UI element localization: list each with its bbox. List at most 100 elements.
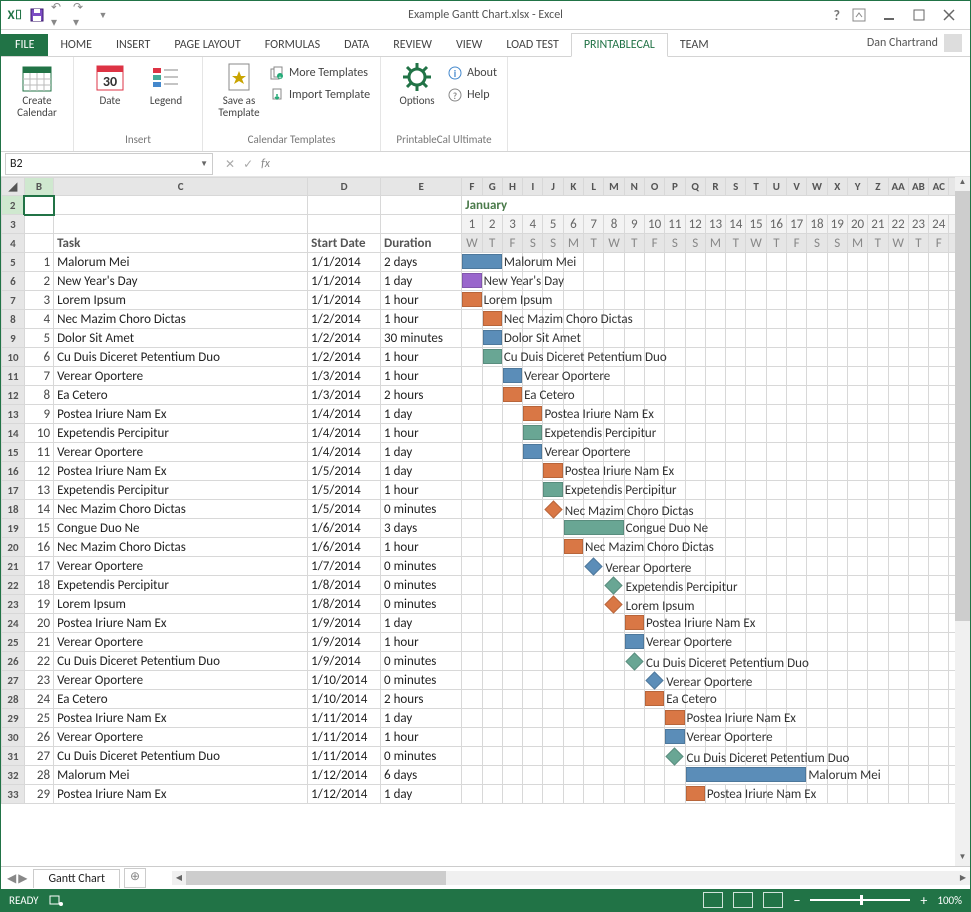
gantt-cell[interactable] bbox=[665, 557, 685, 576]
task-number[interactable]: 15 bbox=[24, 519, 53, 538]
gantt-cell[interactable] bbox=[624, 766, 644, 785]
gantt-cell[interactable] bbox=[523, 595, 543, 614]
col-header[interactable]: AB bbox=[908, 178, 928, 196]
gantt-cell[interactable] bbox=[685, 690, 705, 709]
gantt-cell[interactable] bbox=[929, 595, 949, 614]
more-templates-button[interactable]: +More Templates bbox=[269, 63, 370, 83]
gantt-cell[interactable] bbox=[482, 386, 502, 405]
gantt-milestone[interactable]: Verear Oportere bbox=[584, 557, 604, 576]
gantt-cell[interactable] bbox=[644, 291, 664, 310]
gantt-cell[interactable] bbox=[766, 500, 786, 519]
gantt-cell[interactable] bbox=[787, 462, 807, 481]
col-header[interactable]: N bbox=[624, 178, 644, 196]
task-name-cell[interactable]: Verear Oportere bbox=[54, 633, 308, 652]
gantt-cell[interactable] bbox=[888, 709, 908, 728]
gantt-cell[interactable] bbox=[482, 500, 502, 519]
gantt-cell[interactable] bbox=[563, 728, 583, 747]
gantt-cell[interactable] bbox=[462, 443, 482, 462]
gantt-cell[interactable] bbox=[726, 310, 746, 329]
gantt-cell[interactable] bbox=[787, 310, 807, 329]
gantt-cell[interactable] bbox=[726, 576, 746, 595]
task-name-cell[interactable]: Dolor Sit Amet bbox=[54, 329, 308, 348]
row-header[interactable]: 10 bbox=[2, 348, 25, 367]
gantt-cell[interactable] bbox=[726, 481, 746, 500]
gantt-cell[interactable] bbox=[746, 272, 766, 291]
gantt-cell[interactable] bbox=[543, 557, 563, 576]
fx-icon[interactable]: fx bbox=[261, 157, 270, 171]
gantt-cell[interactable] bbox=[523, 291, 543, 310]
gantt-cell[interactable] bbox=[868, 614, 888, 633]
gantt-cell[interactable] bbox=[644, 747, 664, 766]
gantt-cell[interactable] bbox=[908, 424, 928, 443]
gantt-cell[interactable] bbox=[482, 595, 502, 614]
gantt-cell[interactable] bbox=[563, 424, 583, 443]
gantt-cell[interactable] bbox=[908, 443, 928, 462]
task-name-cell[interactable]: Nec Mazim Choro Dictas bbox=[54, 310, 308, 329]
gantt-cell[interactable] bbox=[665, 272, 685, 291]
gantt-cell[interactable] bbox=[624, 576, 644, 595]
gantt-cell[interactable] bbox=[908, 348, 928, 367]
page-layout-view-icon[interactable] bbox=[733, 892, 753, 908]
gantt-cell[interactable] bbox=[705, 557, 725, 576]
gantt-cell[interactable] bbox=[543, 576, 563, 595]
gantt-cell[interactable] bbox=[807, 405, 827, 424]
task-number[interactable]: 14 bbox=[24, 500, 53, 519]
gantt-cell[interactable] bbox=[462, 747, 482, 766]
gantt-cell[interactable] bbox=[787, 747, 807, 766]
gantt-cell[interactable] bbox=[563, 709, 583, 728]
gantt-cell[interactable] bbox=[827, 690, 847, 709]
col-header[interactable]: C bbox=[54, 178, 308, 196]
task-name-cell[interactable]: Expetendis Percipitur bbox=[54, 424, 308, 443]
start-date-cell[interactable]: 1/1/2014 bbox=[308, 272, 381, 291]
normal-view-icon[interactable] bbox=[703, 892, 723, 908]
task-name-cell[interactable]: New Year's Day bbox=[54, 272, 308, 291]
start-date-cell[interactable]: 1/12/2014 bbox=[308, 785, 381, 804]
name-box[interactable]: B2▼ bbox=[5, 153, 213, 175]
gantt-cell[interactable] bbox=[462, 519, 482, 538]
row-header[interactable]: 17 bbox=[2, 481, 25, 500]
gantt-cell[interactable] bbox=[807, 386, 827, 405]
start-date-cell[interactable]: 1/10/2014 bbox=[308, 690, 381, 709]
legend-button[interactable]: Legend bbox=[140, 61, 192, 107]
gantt-bar[interactable]: Verear Oportere bbox=[502, 367, 522, 386]
gantt-cell[interactable] bbox=[685, 329, 705, 348]
gantt-cell[interactable] bbox=[746, 519, 766, 538]
gantt-cell[interactable] bbox=[929, 329, 949, 348]
gantt-cell[interactable] bbox=[705, 690, 725, 709]
gantt-cell[interactable] bbox=[807, 633, 827, 652]
gantt-cell[interactable] bbox=[827, 462, 847, 481]
gantt-cell[interactable] bbox=[563, 462, 583, 481]
gantt-cell[interactable] bbox=[584, 348, 604, 367]
gantt-cell[interactable] bbox=[584, 595, 604, 614]
start-date-cell[interactable]: 1/5/2014 bbox=[308, 481, 381, 500]
gantt-cell[interactable] bbox=[665, 329, 685, 348]
gantt-cell[interactable] bbox=[726, 747, 746, 766]
duration-cell[interactable]: 1 hour bbox=[381, 538, 462, 557]
gantt-cell[interactable] bbox=[847, 519, 867, 538]
row-header[interactable]: 21 bbox=[2, 557, 25, 576]
gantt-cell[interactable] bbox=[847, 595, 867, 614]
gantt-cell[interactable] bbox=[604, 481, 624, 500]
gantt-cell[interactable] bbox=[908, 500, 928, 519]
gantt-cell[interactable] bbox=[665, 766, 685, 785]
task-number[interactable]: 5 bbox=[24, 329, 53, 348]
gantt-cell[interactable] bbox=[847, 728, 867, 747]
row-header[interactable]: 27 bbox=[2, 671, 25, 690]
gantt-cell[interactable] bbox=[462, 481, 482, 500]
gantt-cell[interactable] bbox=[787, 424, 807, 443]
task-name-cell[interactable]: Postea Iriure Nam Ex bbox=[54, 462, 308, 481]
gantt-cell[interactable] bbox=[543, 709, 563, 728]
col-header[interactable]: Y bbox=[847, 178, 867, 196]
gantt-cell[interactable] bbox=[624, 595, 644, 614]
start-date-cell[interactable]: 1/4/2014 bbox=[308, 443, 381, 462]
gantt-cell[interactable] bbox=[888, 386, 908, 405]
duration-cell[interactable]: 0 minutes bbox=[381, 557, 462, 576]
save-as-template-button[interactable]: Save asTemplate bbox=[213, 61, 265, 119]
scroll-thumb[interactable] bbox=[955, 191, 970, 621]
row-header[interactable]: 12 bbox=[2, 386, 25, 405]
gantt-cell[interactable] bbox=[563, 614, 583, 633]
gantt-cell[interactable] bbox=[888, 671, 908, 690]
row-header[interactable]: 14 bbox=[2, 424, 25, 443]
gantt-cell[interactable] bbox=[462, 690, 482, 709]
gantt-cell[interactable] bbox=[563, 481, 583, 500]
